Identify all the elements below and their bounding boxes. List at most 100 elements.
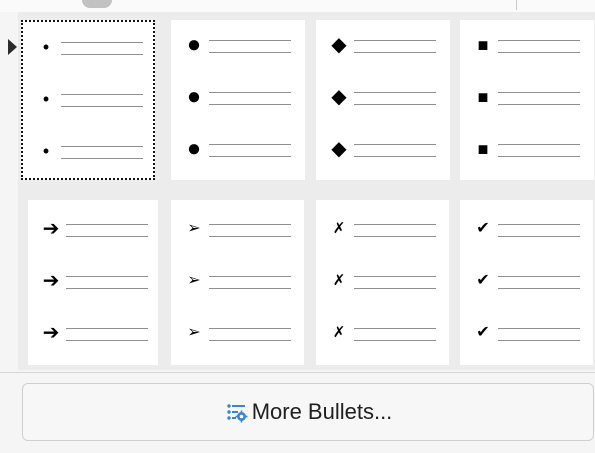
triangle-arrow-bullet-icon: ➢ xyxy=(187,220,201,237)
preview-line xyxy=(61,146,143,147)
more-bullets-button[interactable]: More Bullets... xyxy=(22,383,594,441)
bullet-preview-row: ➢ xyxy=(171,214,305,244)
small-dot-bullet-icon: • xyxy=(42,89,50,109)
bullet-option-arrow[interactable]: ➔ ➔ ➔ xyxy=(28,200,158,365)
preview-line xyxy=(498,340,580,341)
square-bullet-icon: ■ xyxy=(477,139,489,159)
preview-line xyxy=(209,104,291,105)
bullet-option-triangle-arrow[interactable]: ➢ ➢ ➢ xyxy=(171,200,304,365)
diamond-bullet-icon: ◆ xyxy=(331,34,347,56)
preview-line xyxy=(354,236,436,237)
bullet-preview-row: ➔ xyxy=(28,214,162,244)
preview-line xyxy=(66,340,148,341)
preview-line xyxy=(66,224,148,225)
preview-line xyxy=(209,156,291,157)
preview-line xyxy=(354,276,436,277)
bullet-preview-row: ● xyxy=(171,134,305,164)
bullet-option-cross[interactable]: ✗ ✗ ✗ xyxy=(316,200,449,365)
bullet-preview-row: ◆ xyxy=(316,30,450,60)
bullet-option-square[interactable]: ■ ■ ■ xyxy=(460,20,594,180)
bullet-preview-row: • xyxy=(23,32,157,62)
preview-line xyxy=(498,92,580,93)
bullet-preview-row: ✗ xyxy=(316,214,450,244)
bullet-preview-row: ● xyxy=(171,30,305,60)
preview-line xyxy=(66,276,148,277)
preview-line xyxy=(498,40,580,41)
preview-line xyxy=(209,288,291,289)
bullet-option-large-circle[interactable]: ● ● ● xyxy=(171,20,305,180)
preview-line xyxy=(209,328,291,329)
bullet-option-check[interactable]: ✔ ✔ ✔ xyxy=(460,200,593,365)
large-circle-bullet-icon: ● xyxy=(186,83,202,110)
bullets-popup: • • • ● ● ● ◆ ◆ ◆ ■ ■ ■ ➔ ➔ ➔ ➢ ➢ ➢ ✗ ✗ ✗ ✔ ✔ ✔ xyxy=(0,0,595,453)
bullet-preview-row: ✗ xyxy=(316,266,450,296)
preview-line xyxy=(498,156,580,157)
large-circle-bullet-icon: ● xyxy=(186,135,202,162)
bullet-settings-icon xyxy=(224,400,248,424)
left-edge-marker-icon xyxy=(8,39,17,55)
preview-line xyxy=(354,92,436,93)
preview-line xyxy=(498,288,580,289)
preview-line xyxy=(354,52,436,53)
bullet-preview-row: ➢ xyxy=(171,266,305,296)
preview-line xyxy=(498,236,580,237)
arrow-bullet-icon: ➔ xyxy=(42,270,60,292)
square-bullet-icon: ■ xyxy=(477,87,489,107)
bullet-preview-row: ➔ xyxy=(28,266,162,296)
preview-line xyxy=(354,156,436,157)
preview-line xyxy=(61,42,143,43)
bullet-preview-row: ➔ xyxy=(28,318,162,348)
bullet-preview-row: ◆ xyxy=(316,82,450,112)
bullet-preview-row: ✔ xyxy=(460,214,594,244)
more-bullets-label: More Bullets... xyxy=(251,399,393,424)
bullet-preview-row: • xyxy=(23,136,157,166)
bullet-style-grid: • • • ● ● ● ◆ ◆ ◆ ■ ■ ■ ➔ ➔ ➔ ➢ ➢ ➢ ✗ ✗ ✗ ✔ ✔ ✔ xyxy=(18,12,595,370)
bullet-preview-row: ● xyxy=(171,82,305,112)
arrow-bullet-icon: ➔ xyxy=(42,218,60,240)
cross-bullet-icon: ✗ xyxy=(332,272,346,289)
check-bullet-icon: ✔ xyxy=(476,324,490,341)
bullet-preview-row: ■ xyxy=(460,134,594,164)
section-divider xyxy=(0,372,595,373)
preview-line xyxy=(209,52,291,53)
preview-line xyxy=(498,144,580,145)
preview-line xyxy=(61,158,143,159)
preview-line xyxy=(209,224,291,225)
preview-line xyxy=(209,340,291,341)
bullet-preview-row: ✔ xyxy=(460,266,594,296)
diamond-bullet-icon: ◆ xyxy=(331,138,347,160)
preview-line xyxy=(498,52,580,53)
bullet-option-diamond[interactable]: ◆ ◆ ◆ xyxy=(316,20,450,180)
preview-line xyxy=(354,224,436,225)
preview-line xyxy=(354,340,436,341)
preview-line xyxy=(61,106,143,107)
preview-line xyxy=(61,94,143,95)
bullet-option-small-dot[interactable]: • • • xyxy=(21,20,155,180)
preview-line xyxy=(66,288,148,289)
small-dot-bullet-icon: • xyxy=(42,37,50,57)
preview-line xyxy=(354,144,436,145)
preview-line xyxy=(209,236,291,237)
cross-bullet-icon: ✗ xyxy=(332,220,346,237)
preview-line xyxy=(209,276,291,277)
preview-line xyxy=(61,54,143,55)
preview-line xyxy=(498,224,580,225)
arrow-bullet-icon: ➔ xyxy=(42,322,60,344)
bullet-preview-row: ➢ xyxy=(171,318,305,348)
bullet-preview-row: ■ xyxy=(460,30,594,60)
preview-line xyxy=(354,328,436,329)
bullet-preview-row: ✗ xyxy=(316,318,450,348)
check-bullet-icon: ✔ xyxy=(476,220,490,237)
large-circle-bullet-icon: ● xyxy=(186,31,202,58)
preview-line xyxy=(209,40,291,41)
bullet-preview-row: • xyxy=(23,84,157,114)
preview-line xyxy=(354,40,436,41)
preview-line xyxy=(498,276,580,277)
small-dot-bullet-icon: • xyxy=(42,141,50,161)
triangle-arrow-bullet-icon: ➢ xyxy=(187,324,201,341)
preview-line xyxy=(354,288,436,289)
bullet-preview-row: ✔ xyxy=(460,318,594,348)
diamond-bullet-icon: ◆ xyxy=(331,86,347,108)
bullet-preview-row: ◆ xyxy=(316,134,450,164)
cross-bullet-icon: ✗ xyxy=(332,324,346,341)
